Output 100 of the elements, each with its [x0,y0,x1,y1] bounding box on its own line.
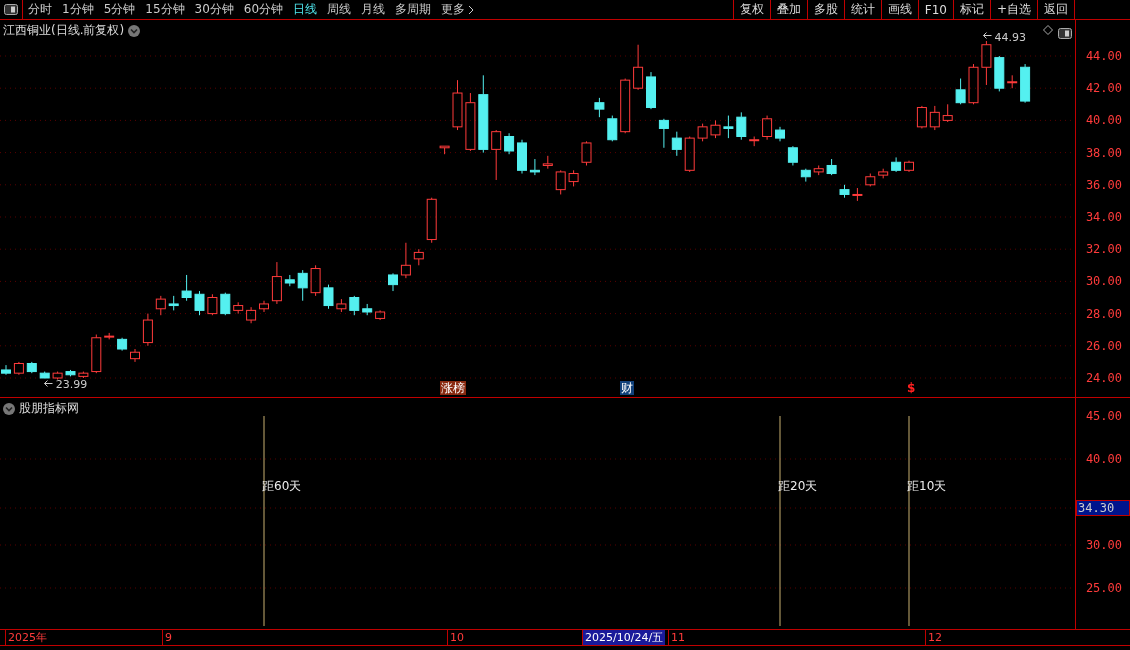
indicator-axis-label: 25.00 [1085,581,1122,595]
price-axis-label: 38.00 [1085,145,1122,160]
current-value-label: 34.30 [1076,500,1130,516]
candlestick [155,295,166,316]
price-axis-label: 24.00 [1085,371,1122,385]
candlestick [955,78,966,105]
candlestick [246,306,257,324]
price-axis-label: 30.00 [1085,274,1122,289]
toolbar-button[interactable]: 多股 [806,0,844,19]
candlestick [658,118,669,149]
toolbar-button[interactable]: +自选 [989,0,1037,19]
candlestick [233,301,244,315]
candlestick [310,264,321,297]
candlestick [426,197,437,244]
candlestick [78,371,89,379]
candlestick [762,115,773,141]
marker-label: 距60天 [262,478,302,495]
price-axis-label: 36.00 [1085,177,1122,192]
period-tab[interactable]: 60分钟 [238,0,289,19]
candlestick [388,272,398,292]
candlestick [813,165,824,176]
toolbar-button[interactable]: 复权 [732,0,770,19]
candlestick [452,79,463,131]
panel-toggle-icon[interactable] [4,4,18,15]
toolbar-button[interactable]: 画线 [880,0,918,19]
candlestick [620,78,631,134]
candlestick [529,158,540,176]
candlestick [800,168,811,183]
period-tab[interactable]: 1分钟 [57,0,99,19]
price-axis-label: 32.00 [1085,242,1122,257]
candlestick [568,169,579,187]
price-axis-label: 34.00 [1085,210,1122,224]
candlestick [878,168,889,179]
candlestick [104,332,115,340]
price-axis-label: 26.00 [1085,338,1122,353]
event-badge[interactable]: 财 [620,381,634,395]
toolbar-button[interactable]: F10 [917,0,953,19]
price-axis-label: 42.00 [1085,81,1122,96]
chart-title: 江西铜业(日线.前复权) [3,22,125,39]
diamond-icon[interactable] [1043,25,1053,35]
high-price-label: 44.93 [994,31,1026,44]
candlestick [413,248,424,266]
candlestick [336,298,347,313]
candlestick [130,348,140,363]
candlestick [607,115,618,142]
candlestick [671,131,682,157]
period-tab[interactable]: 分时 [23,0,57,19]
period-tab[interactable]: 5分钟 [98,0,141,19]
candlestick [968,63,979,105]
period-tab[interactable]: 多周期 [390,0,437,19]
period-tab[interactable]: 月线 [356,0,391,19]
candlestick [826,158,837,176]
candlestick [323,284,334,310]
candlestick [91,334,102,374]
chevron-right-icon [468,4,475,15]
price-axis-label: 28.00 [1085,306,1122,321]
candlestick [633,44,644,91]
period-tab[interactable]: 更多 [436,0,480,19]
candlestick [491,129,502,181]
toolbar-button[interactable]: 返回 [1037,0,1074,19]
candlestick [697,123,708,142]
period-tab[interactable]: 周线 [322,0,357,19]
candlestick [594,97,605,118]
dropdown-icon[interactable] [128,24,141,37]
candlestick [400,242,411,279]
candlestick [181,274,192,302]
period-tab[interactable]: 30分钟 [189,0,239,19]
candlestick [375,309,386,321]
candlestick [555,169,566,195]
candlestick [787,145,798,166]
toolbar-button[interactable]: 标记 [952,0,990,19]
candlestick [259,300,269,313]
candlestick [39,371,50,379]
candlestick [646,71,656,110]
toolbar-button[interactable]: 叠加 [769,0,807,19]
event-badge[interactable]: 涨榜 [440,381,466,395]
candlestick [117,337,128,352]
candlestick [749,136,760,147]
candlestick [542,155,553,170]
arrow-icon [983,32,993,39]
event-badge[interactable]: $ [906,381,917,395]
candlestick [207,293,218,316]
candlestick [684,136,695,173]
candlestick [710,119,721,139]
candlestick [26,361,37,374]
candlestick [271,261,282,305]
period-tab[interactable]: 15分钟 [140,0,190,19]
indicator-axis-label: 45.00 [1085,409,1122,423]
candlestick [929,105,940,131]
toolbar-button[interactable]: 统计 [843,0,881,19]
candlestick [1020,63,1031,104]
date-axis-label: 10 [447,630,466,645]
marker-label: 距10天 [907,478,947,495]
date-axis-label: 9 [162,630,174,645]
collapse-icon[interactable] [3,402,15,415]
date-axis-label: 12 [925,630,944,645]
panel-toggle-icon[interactable] [1058,28,1072,39]
candlestick [504,132,515,155]
candlestick [1007,74,1018,89]
period-tab[interactable]: 日线 [288,0,323,19]
